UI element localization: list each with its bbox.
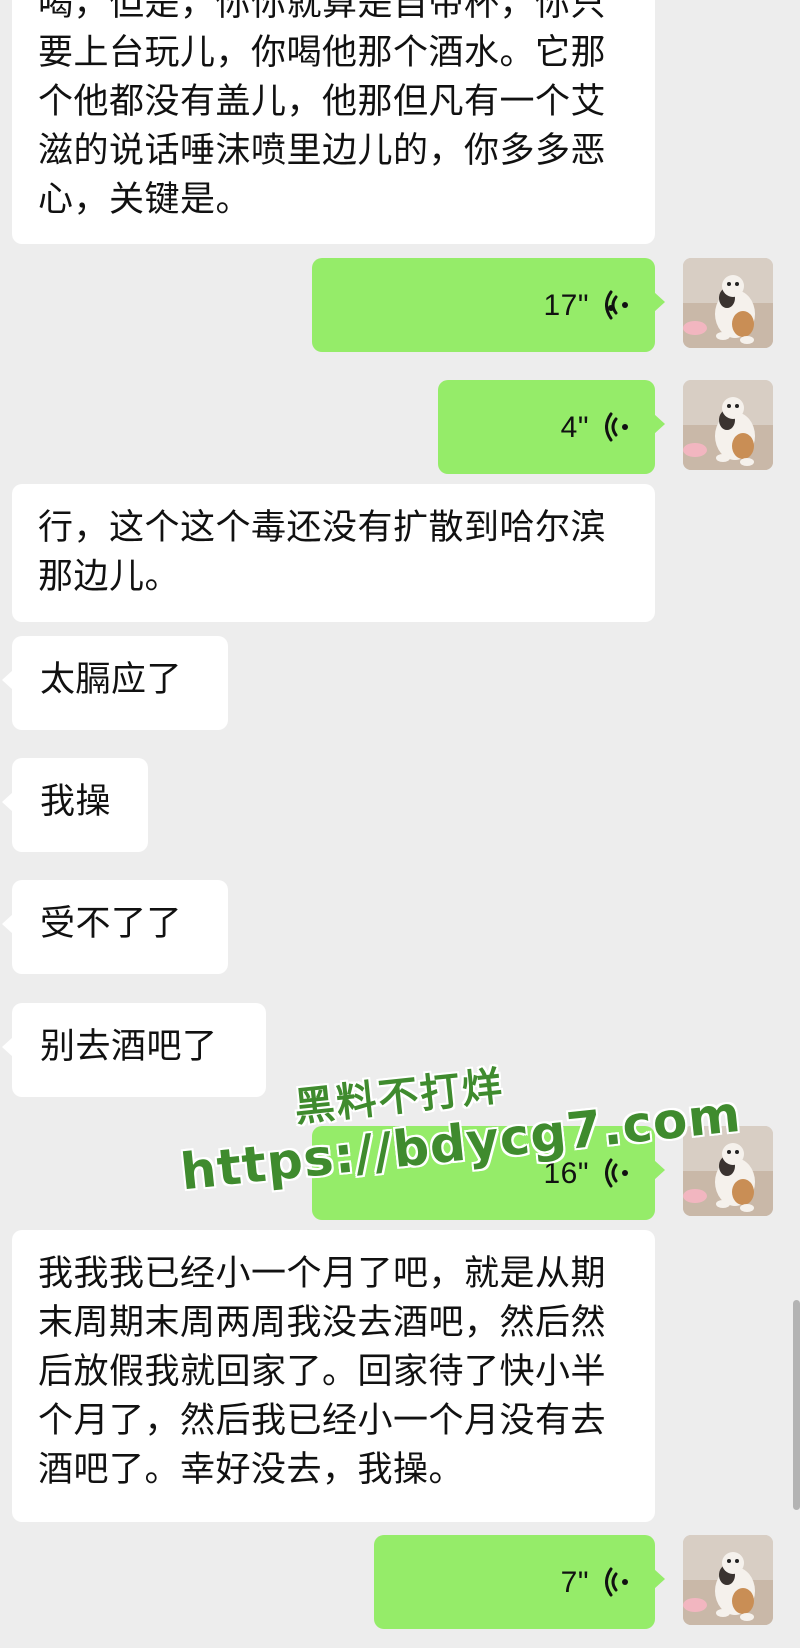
message-bubble-received[interactable]: 我操: [2, 758, 148, 852]
voice-message: 4": [438, 380, 655, 474]
message-bubble-received[interactable]: 喝，但是，你你就算是自带杯，你只要上台玩儿，你喝他那个酒水。它那个他都没有盖儿，…: [12, 0, 655, 244]
message-text: 太膈应了: [40, 660, 183, 700]
voice-wave-icon: [605, 1158, 631, 1188]
voice-message: 16": [312, 1126, 655, 1220]
voice-duration: 16": [543, 1156, 589, 1190]
voice-wave-icon: [605, 1567, 631, 1597]
voice-wave-icon: [605, 290, 631, 320]
message-text: 喝，但是，你你就算是自带杯，你只要上台玩儿，你喝他那个酒水。它那个他都没有盖儿，…: [38, 0, 607, 220]
message-bubble-received[interactable]: 行，这个这个毒还没有扩散到哈尔滨那边儿。: [12, 484, 655, 622]
voice-message: 7": [374, 1535, 655, 1629]
message-text: 受不了了: [40, 904, 183, 944]
message-text: 我我我已经小一个月了吧，就是从期末周期末周两周我没去酒吧，然后然后放假我就回家了…: [38, 1254, 607, 1490]
message-text: 我操: [40, 782, 112, 822]
cat-avatar-icon[interactable]: [683, 1126, 773, 1216]
cat-avatar-icon[interactable]: [683, 258, 773, 348]
chat-area: 喝，但是，你你就算是自带杯，你只要上台玩儿，你喝他那个酒水。它那个他都没有盖儿，…: [0, 0, 800, 1648]
voice-message: 17": [312, 258, 655, 352]
voice-message-bubble[interactable]: 16": [312, 1126, 665, 1220]
voice-message-bubble[interactable]: 17": [312, 258, 665, 352]
message-text: 行，这个这个毒还没有扩散到哈尔滨那边儿。: [38, 508, 607, 597]
message-bubble-received[interactable]: 别去酒吧了: [2, 1003, 266, 1097]
message-bubble-received[interactable]: 太膈应了: [2, 636, 228, 730]
message-bubble-received[interactable]: 我我我已经小一个月了吧，就是从期末周期末周两周我没去酒吧，然后然后放假我就回家了…: [12, 1230, 655, 1522]
voice-duration: 17": [543, 288, 589, 322]
cat-avatar-icon[interactable]: [683, 380, 773, 470]
message-text: 别去酒吧了: [40, 1027, 218, 1067]
voice-duration: 7": [560, 1565, 589, 1599]
voice-duration: 4": [560, 410, 589, 444]
message-bubble-received[interactable]: 受不了了: [2, 880, 228, 974]
scrollbar[interactable]: [793, 1300, 800, 1510]
voice-message-bubble[interactable]: 4": [438, 380, 665, 474]
voice-wave-icon: [605, 412, 631, 442]
cat-avatar-icon[interactable]: [683, 1535, 773, 1625]
voice-message-bubble[interactable]: 7": [374, 1535, 665, 1629]
watermark-title: 黑料不打烊: [292, 1063, 507, 1132]
